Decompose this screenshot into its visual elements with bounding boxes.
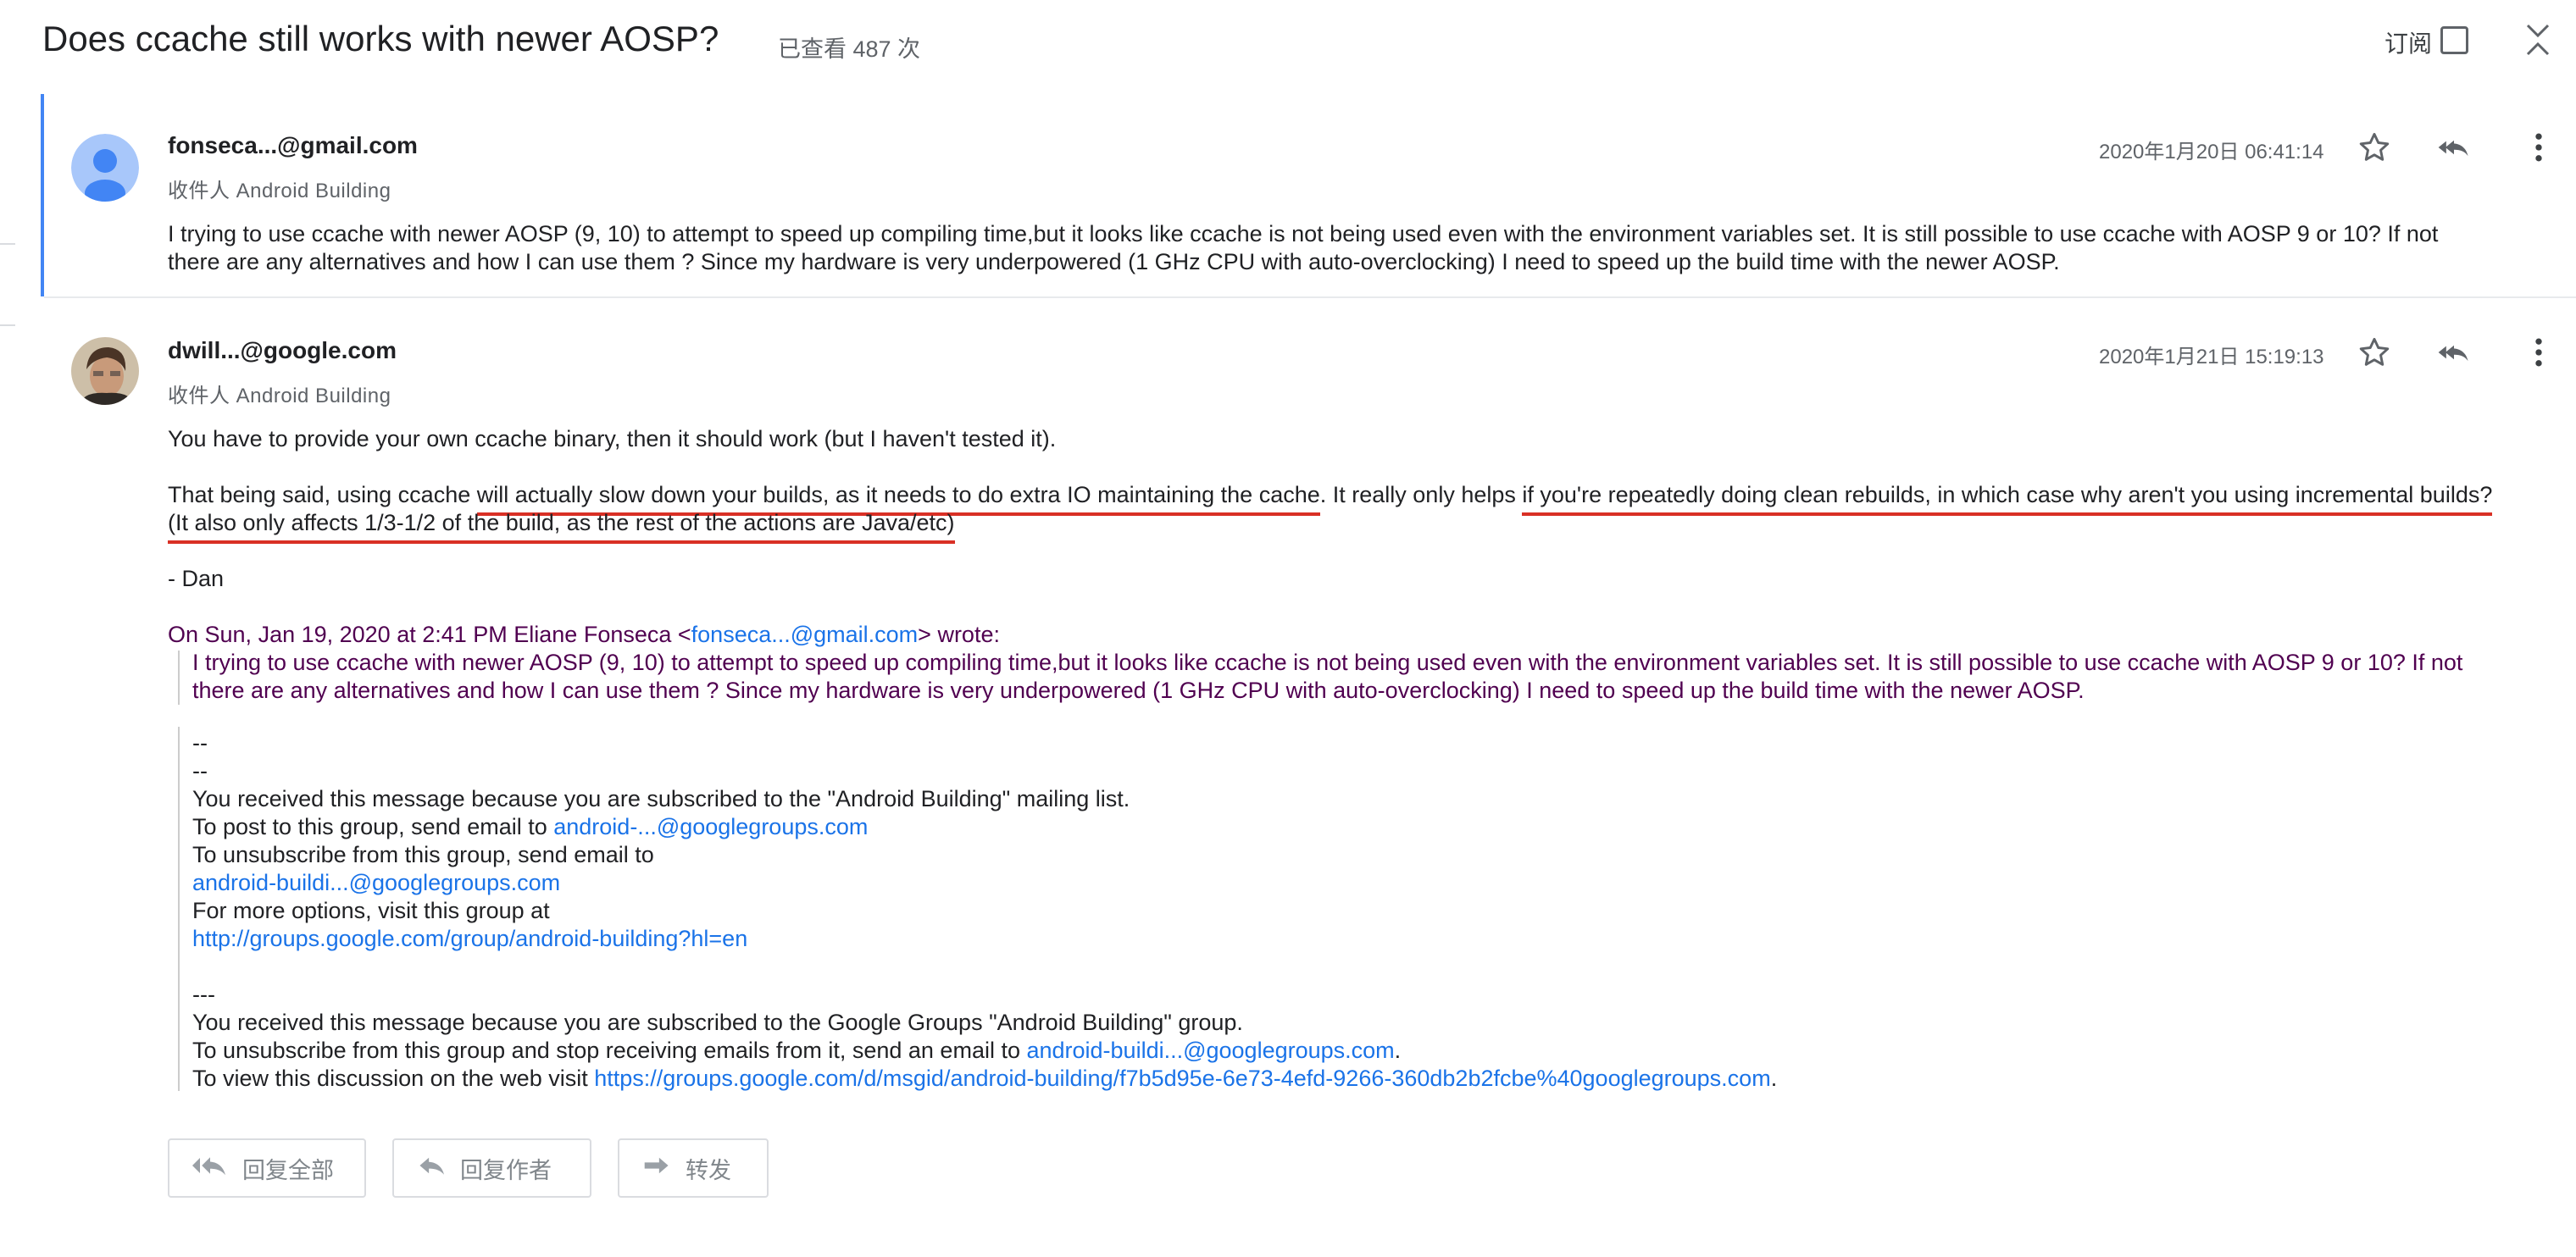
signoff: - Dan [168, 566, 225, 591]
profile-photo-icon [71, 337, 139, 405]
footer-text: . [1770, 1066, 1778, 1091]
quoted-line: there are any alternatives and how I can… [192, 678, 2085, 703]
topic-title: Does ccache still works with newer AOSP? [42, 19, 719, 58]
recipient-line: 收件人 Android Building [168, 385, 391, 407]
quote-header: On Sun, Jan 19, 2020 at 2:41 PM Eliane F… [168, 622, 1000, 648]
highlighted-text: (It also only affects 1/3-1/2 of the bui… [168, 510, 955, 544]
reply-author-button[interactable]: 回复作者 [392, 1138, 591, 1198]
side-marker [0, 324, 15, 326]
subscribe-checkbox[interactable] [2440, 26, 2468, 54]
footer-line: You received this message because you ar… [192, 786, 1130, 811]
highlighted-text: if you're repeatedly doing clean rebuild… [1522, 482, 2493, 516]
sender-name[interactable]: dwill...@google.com [168, 337, 397, 364]
message-paragraph: You have to provide your own ccache bina… [168, 426, 1057, 451]
reply-all-icon[interactable] [2435, 334, 2473, 371]
message-body-line: I trying to use ccache with newer AOSP (… [168, 221, 2439, 246]
avatar[interactable] [71, 134, 139, 202]
more-options-icon[interactable] [2520, 129, 2557, 166]
footer-text: . [1394, 1038, 1402, 1063]
footer-text: To unsubscribe from this group and stop … [192, 1038, 1027, 1063]
subscribe-label: 订阅 [2384, 30, 2433, 57]
message-date: 2020年1月21日 15:19:13 [2099, 346, 2324, 368]
recipient-line: 收件人 Android Building [168, 180, 391, 202]
group-link[interactable]: http://groups.google.com/group/android-b… [192, 926, 747, 952]
footer-line: For more options, visit this group at [192, 898, 550, 923]
footer-line: --- [192, 982, 215, 1007]
footer-line: -- [192, 730, 208, 756]
email-link[interactable]: android-...@googlegroups.com [553, 814, 868, 839]
forward-label: 转发 [686, 1157, 731, 1183]
footer-line: To unsubscribe from this group and stop … [192, 1038, 1401, 1064]
email-link[interactable]: android-buildi...@googlegroups.com [192, 870, 560, 896]
email-link[interactable]: fonseca...@gmail.com [691, 622, 919, 647]
reply-all-icon [190, 1150, 230, 1187]
quote-header-text: > wrote: [918, 622, 1000, 647]
message-body-line: there are any alternatives and how I can… [168, 249, 2060, 274]
reply-author-label: 回复作者 [460, 1157, 552, 1183]
view-count: 已查看 487 次 [778, 36, 921, 62]
email-link[interactable]: android-buildi...@googlegroups.com [1026, 1038, 1394, 1063]
reply-all-button[interactable]: 回复全部 [168, 1138, 366, 1198]
star-icon[interactable] [2356, 334, 2393, 371]
quote-header-text: On Sun, Jan 19, 2020 at 2:41 PM Eliane F… [168, 622, 691, 647]
quote-bar [178, 651, 180, 705]
star-icon[interactable] [2356, 129, 2393, 166]
footer-text: To view this discussion on the web visit [192, 1066, 595, 1091]
footer-line: To post to this group, send email to and… [192, 814, 868, 840]
message-date: 2020年1月20日 06:41:14 [2099, 141, 2324, 163]
message-divider [44, 296, 2576, 298]
more-options-icon[interactable] [2520, 334, 2557, 371]
collapse-all-icon[interactable] [2521, 19, 2555, 61]
footer-line: -- [192, 758, 208, 784]
footer-text: To post to this group, send email to [192, 814, 554, 839]
sender-name[interactable]: fonseca...@gmail.com [168, 132, 418, 159]
avatar[interactable] [71, 337, 139, 405]
forward-icon [640, 1150, 674, 1187]
text-segment: . It really only helps [1319, 482, 1523, 507]
discussion-link[interactable]: https://groups.google.com/d/msgid/androi… [594, 1066, 1770, 1091]
text-segment: That being said, using ccache [168, 482, 477, 507]
quote-bar [178, 727, 180, 1091]
footer-line: To unsubscribe from this group, send ema… [192, 842, 654, 867]
message-paragraph: (It also only affects 1/3-1/2 of the bui… [168, 510, 955, 544]
reply-all-icon[interactable] [2435, 129, 2473, 166]
forward-button[interactable]: 转发 [618, 1138, 769, 1198]
footer-line: To view this discussion on the web visit… [192, 1066, 1777, 1092]
reply-all-label: 回复全部 [242, 1157, 334, 1183]
default-avatar-icon [71, 134, 139, 202]
reply-icon [414, 1150, 448, 1187]
selected-message-indicator [41, 94, 44, 296]
quoted-line: I trying to use ccache with newer AOSP (… [192, 650, 2463, 675]
side-marker [0, 243, 15, 245]
message-paragraph: That being said, using ccache will actua… [168, 482, 2493, 516]
footer-line: You received this message because you ar… [192, 1010, 1243, 1035]
